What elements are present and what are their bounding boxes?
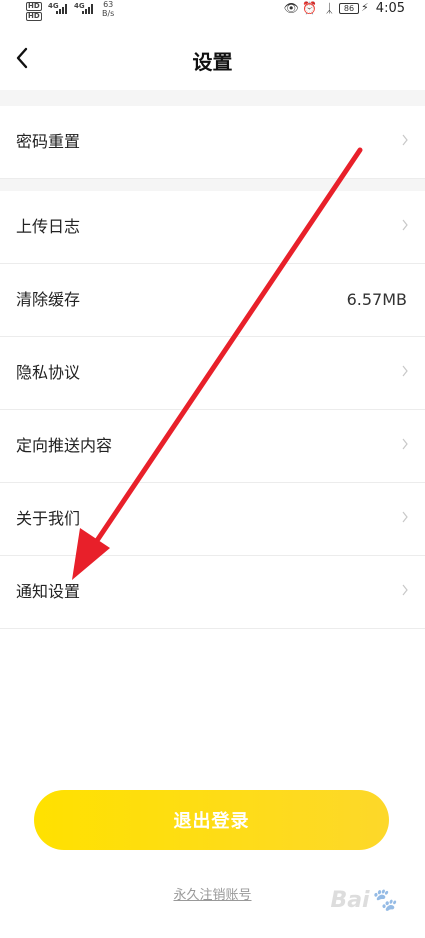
eye-icon: 👁 [283, 1, 299, 15]
section-divider [0, 90, 425, 106]
page-title: 设置 [192, 50, 233, 74]
menu-item-label: 隐私协议 [16, 363, 81, 382]
chevron-right-icon [402, 511, 408, 523]
menu-item-about-us[interactable]: 关于我们 [0, 483, 425, 556]
hd-badge: HD [26, 2, 42, 11]
battery-group: 86 ⚡ [339, 0, 373, 16]
menu-item-label: 定向推送内容 [16, 436, 113, 455]
signal-icon [56, 4, 70, 14]
chevron-right-icon [402, 219, 408, 231]
menu-item-label: 上传日志 [16, 217, 81, 236]
logout-button[interactable]: 退出登录 [34, 790, 389, 850]
chevron-right-icon [402, 365, 408, 377]
speed-value: 63 [103, 0, 114, 9]
menu-item-password-reset[interactable]: 密码重置 [0, 106, 425, 179]
watermark-logo: Bai🐾 [330, 888, 397, 913]
menu-item-label: 通知设置 [16, 582, 81, 601]
clock: 4:05 [375, 1, 405, 16]
signal-icon [82, 4, 96, 14]
bluetooth-icon: ᛣ [325, 1, 333, 15]
battery-icon: 86 [339, 3, 359, 14]
menu-item-clear-cache[interactable]: 清除缓存 6.57MB [0, 264, 425, 337]
chevron-right-icon [402, 584, 408, 596]
section-divider [0, 179, 425, 191]
menu-item-label: 密码重置 [16, 132, 81, 151]
speed-unit: B/s [102, 9, 115, 18]
chevron-right-icon [402, 438, 408, 450]
alarm-icon: ⏰ [302, 1, 317, 15]
menu-item-privacy-policy[interactable]: 隐私协议 [0, 337, 425, 410]
menu-item-targeted-push[interactable]: 定向推送内容 [0, 410, 425, 483]
menu-item-label: 清除缓存 [16, 290, 81, 309]
nav-header: 设置 [0, 30, 425, 90]
menu-item-label: 关于我们 [16, 509, 81, 528]
network-speed: 63 B/s [102, 0, 114, 18]
menu-item-notification-settings[interactable]: 通知设置 [0, 556, 425, 629]
cache-size-value: 6.57MB [346, 290, 407, 309]
hd-badge: HD [26, 12, 42, 21]
status-bar: HD HD 4G 4G 63 B/s 👁 ⏰ ᛣ 86 ⚡ 4:05 [0, 0, 425, 22]
charging-icon: ⚡ [361, 1, 369, 14]
menu-item-upload-log[interactable]: 上传日志 [0, 191, 425, 264]
chevron-right-icon [402, 134, 408, 146]
